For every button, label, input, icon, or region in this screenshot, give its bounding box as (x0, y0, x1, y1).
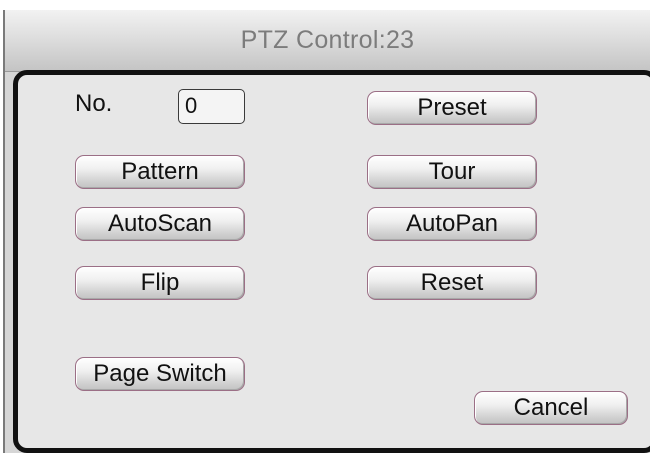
page-switch-button[interactable]: Page Switch (75, 357, 245, 391)
preset-button[interactable]: Preset (367, 91, 537, 125)
autopan-button[interactable]: AutoPan (367, 207, 537, 241)
cancel-button[interactable]: Cancel (474, 391, 628, 425)
preset-number-label: No. (75, 90, 113, 117)
pattern-button[interactable]: Pattern (75, 155, 245, 189)
preset-number-input[interactable]: 0 (178, 89, 245, 124)
autoscan-button[interactable]: AutoScan (75, 207, 245, 241)
dialog-title: PTZ Control:23 (240, 26, 415, 54)
reset-button[interactable]: Reset (367, 266, 537, 300)
tour-button[interactable]: Tour (367, 155, 537, 189)
flip-button[interactable]: Flip (75, 266, 245, 300)
title-bar: PTZ Control:23 (5, 10, 650, 72)
